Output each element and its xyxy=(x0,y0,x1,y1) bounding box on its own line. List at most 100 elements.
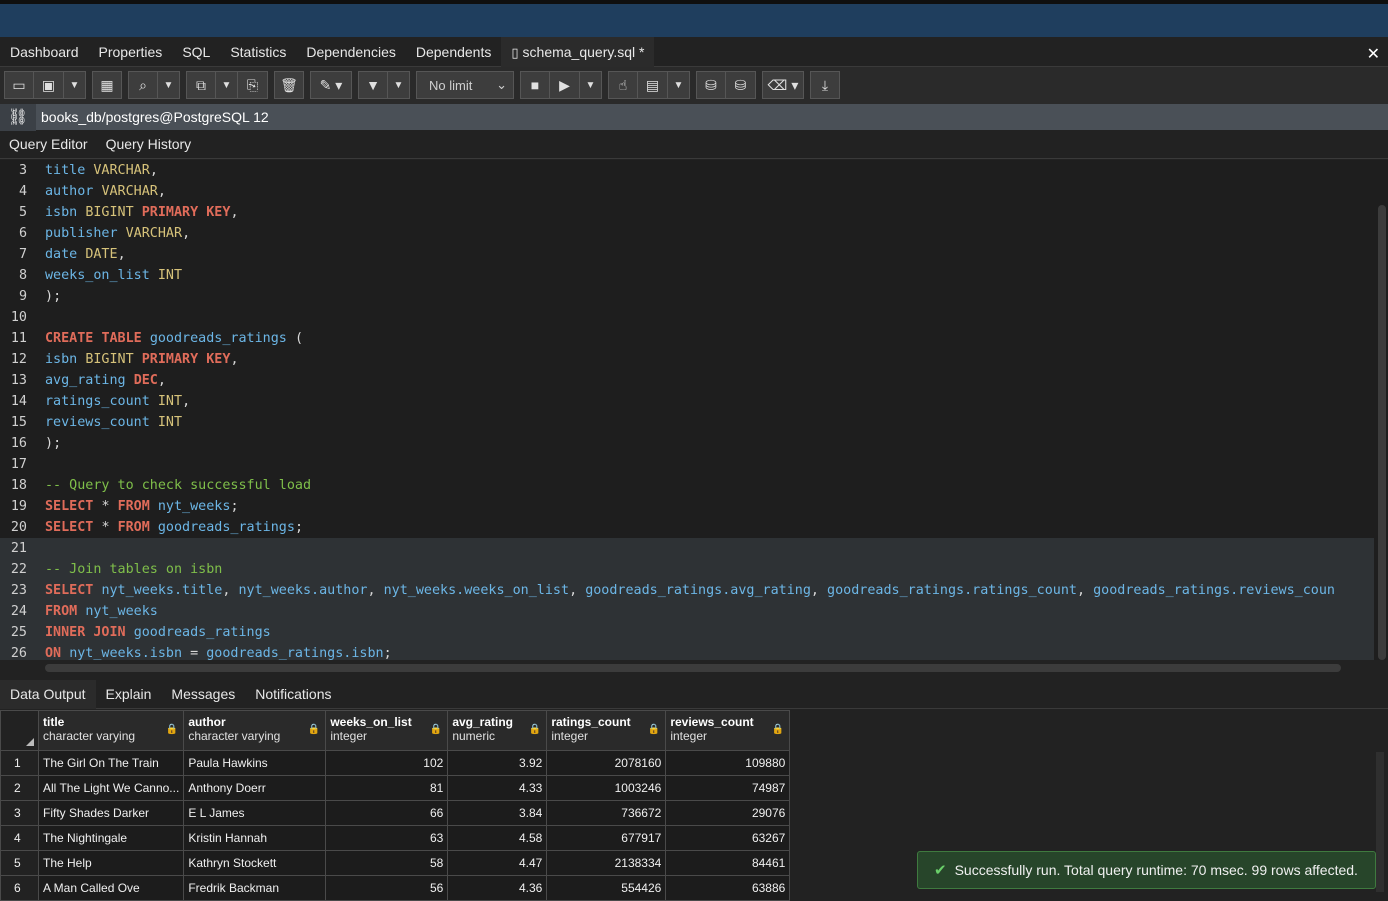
code-line[interactable]: 19 SELECT * FROM nyt_weeks; xyxy=(0,496,1374,517)
table-cell[interactable]: Kristin Hannah xyxy=(183,825,327,851)
code-line[interactable]: 26 ON nyt_weeks.isbn = goodreads_ratings.… xyxy=(0,643,1374,660)
code-line[interactable]: 15 reviews_count INT xyxy=(0,412,1374,433)
copy-dropdown-icon[interactable]: ▼ xyxy=(216,71,238,99)
table-cell[interactable]: 3.84 xyxy=(447,800,548,826)
column-header[interactable]: weeks_on_list integer 🔒 xyxy=(325,710,449,751)
rollback-icon[interactable]: ⛁ xyxy=(726,71,756,99)
table-cell[interactable]: Fredrik Backman xyxy=(183,875,327,901)
code-line[interactable]: 23 SELECT nyt_weeks.title, nyt_weeks.auth… xyxy=(0,580,1374,601)
code-line[interactable]: 9); xyxy=(0,286,1374,307)
code-line[interactable]: 24 FROM nyt_weeks xyxy=(0,601,1374,622)
table-row[interactable]: 3 Fifty Shades Darker E L James 66 3.84 73667… xyxy=(0,800,791,826)
table-cell[interactable]: 29076 xyxy=(665,800,791,826)
code-line[interactable]: 5 isbn BIGINT PRIMARY KEY, xyxy=(0,202,1374,223)
tab-properties[interactable]: Properties xyxy=(89,37,173,67)
column-header[interactable]: title character varying 🔒 xyxy=(37,710,185,751)
execute-icon[interactable]: ▶ xyxy=(550,71,580,99)
column-header[interactable]: avg_rating numeric 🔒 xyxy=(447,710,548,751)
connection-status-icon[interactable]: ⛓ xyxy=(0,103,36,131)
tab-query-editor[interactable]: Query Editor xyxy=(0,136,97,152)
code-line[interactable]: 13 avg_rating DEC, xyxy=(0,370,1374,391)
table-cell[interactable]: 109880 xyxy=(665,750,791,776)
tab-data-output[interactable]: Data Output xyxy=(0,679,96,709)
table-cell[interactable]: 74987 xyxy=(665,775,791,801)
table-cell[interactable]: 4.33 xyxy=(447,775,548,801)
select-all-cell[interactable] xyxy=(0,710,39,751)
delete-icon[interactable]: 🗑 xyxy=(274,71,304,99)
filter-icon[interactable]: ▼ xyxy=(358,71,388,99)
table-cell[interactable]: All The Light We Canno... xyxy=(37,775,185,801)
code-line[interactable]: 21 xyxy=(0,538,1374,559)
code-line[interactable]: 7 date DATE, xyxy=(0,244,1374,265)
code-line[interactable]: 18 -- Query to check successful load xyxy=(0,475,1374,496)
table-cell[interactable]: E L James xyxy=(183,800,327,826)
tab-dependencies[interactable]: Dependencies xyxy=(296,37,406,67)
row-number[interactable]: 4 xyxy=(0,825,39,851)
table-row[interactable]: 5 The Help Kathryn Stockett 58 4.47 2138334 84… xyxy=(0,850,791,876)
tab-query-file[interactable]: ▯ schema_query.sql * xyxy=(501,36,655,67)
tab-messages[interactable]: Messages xyxy=(161,686,245,702)
code-line[interactable]: 17 xyxy=(0,454,1374,475)
row-number[interactable]: 5 xyxy=(0,850,39,876)
table-cell[interactable]: 3.92 xyxy=(447,750,548,776)
table-cell[interactable]: 554426 xyxy=(546,875,667,901)
code-line[interactable]: 22 -- Join tables on isbn xyxy=(0,559,1374,580)
table-row[interactable]: 4 The Nightingale Kristin Hannah 63 4.58 6779… xyxy=(0,825,791,851)
row-number[interactable]: 1 xyxy=(0,750,39,776)
clear-icon[interactable]: ⌫ ▾ xyxy=(762,71,804,99)
code-line[interactable]: 4 author VARCHAR, xyxy=(0,181,1374,202)
column-header[interactable]: reviews_count integer 🔒 xyxy=(665,710,791,751)
table-cell[interactable]: The Girl On The Train xyxy=(37,750,185,776)
row-number[interactable]: 2 xyxy=(0,775,39,801)
search-dropdown-icon[interactable]: ▼ xyxy=(158,71,180,99)
code-line[interactable]: 25 INNER JOIN goodreads_ratings xyxy=(0,622,1374,643)
execute-dropdown-icon[interactable]: ▼ xyxy=(580,71,602,99)
table-cell[interactable]: 81 xyxy=(325,775,449,801)
success-toast[interactable]: ✔ Successfully run. Total query runtime:… xyxy=(917,851,1376,889)
table-cell[interactable]: 736672 xyxy=(546,800,667,826)
editor-vertical-scrollbar[interactable] xyxy=(1378,205,1386,660)
code-line[interactable]: 11 CREATE TABLE goodreads_ratings ( xyxy=(0,328,1374,349)
stop-icon[interactable]: ■ xyxy=(520,71,550,99)
row-number[interactable]: 3 xyxy=(0,800,39,826)
edit-icon[interactable]: ✎ ▾ xyxy=(310,71,352,99)
explain-dropdown-icon[interactable]: ▼ xyxy=(668,71,690,99)
tab-explain[interactable]: Explain xyxy=(96,686,162,702)
table-cell[interactable]: 2138334 xyxy=(546,850,667,876)
code-line[interactable]: 8 weeks_on_list INT xyxy=(0,265,1374,286)
table-cell[interactable]: The Help xyxy=(37,850,185,876)
table-icon[interactable]: ▦ xyxy=(92,71,122,99)
column-header[interactable]: author character varying 🔒 xyxy=(183,710,327,751)
table-row[interactable]: 2 All The Light We Canno... Anthony Doerr 8… xyxy=(0,775,791,801)
tab-dashboard[interactable]: Dashboard xyxy=(0,37,89,67)
table-cell[interactable]: 102 xyxy=(325,750,449,776)
table-cell[interactable]: 63 xyxy=(325,825,449,851)
table-cell[interactable]: Anthony Doerr xyxy=(183,775,327,801)
code-line[interactable]: 12 isbn BIGINT PRIMARY KEY, xyxy=(0,349,1374,370)
code-line[interactable]: 20 SELECT * FROM goodreads_ratings; xyxy=(0,517,1374,538)
filter-dropdown-icon[interactable]: ▼ xyxy=(388,71,410,99)
paste-icon[interactable]: ⎘ xyxy=(238,71,268,99)
table-cell[interactable]: 4.58 xyxy=(447,825,548,851)
table-cell[interactable]: 2078160 xyxy=(546,750,667,776)
code-line[interactable]: 6 publisher VARCHAR, xyxy=(0,223,1374,244)
column-header[interactable]: ratings_count integer 🔒 xyxy=(546,710,667,751)
table-cell[interactable]: 63886 xyxy=(665,875,791,901)
explain-analyze-icon[interactable]: ▤ xyxy=(638,71,668,99)
open-file-icon[interactable]: ▭ xyxy=(4,71,34,99)
sql-editor[interactable]: 3 title VARCHAR, 4 author VARCHAR, 5 isbn BIG… xyxy=(0,160,1388,660)
row-number[interactable]: 6 xyxy=(0,875,39,901)
tab-query-history[interactable]: Query History xyxy=(97,136,201,152)
grid-vertical-scrollbar[interactable] xyxy=(1376,752,1384,892)
table-cell[interactable]: Fifty Shades Darker xyxy=(37,800,185,826)
explain-icon[interactable]: ☝ xyxy=(608,71,638,99)
table-cell[interactable]: 58 xyxy=(325,850,449,876)
table-cell[interactable]: 56 xyxy=(325,875,449,901)
search-icon[interactable]: ⌕ xyxy=(128,71,158,99)
table-cell[interactable]: 4.36 xyxy=(447,875,548,901)
table-cell[interactable]: 63267 xyxy=(665,825,791,851)
save-icon[interactable]: ▣ xyxy=(34,71,64,99)
tab-dependents[interactable]: Dependents xyxy=(406,37,502,67)
table-row[interactable]: 6A Man Called Ove Fredrik Backman 56 4.36 55… xyxy=(0,875,791,901)
table-cell[interactable]: 4.47 xyxy=(447,850,548,876)
